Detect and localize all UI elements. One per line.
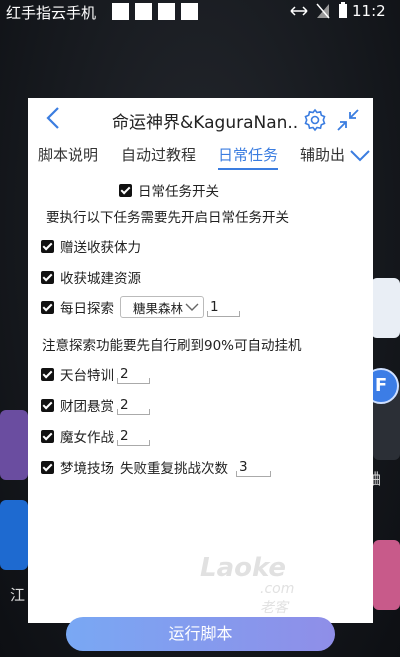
back-arrow-icon[interactable] bbox=[46, 106, 60, 135]
checkbox-checked-icon[interactable] bbox=[41, 300, 54, 314]
rooftop-count-input[interactable]: 2 bbox=[117, 366, 150, 384]
chevron-down-icon bbox=[185, 303, 199, 311]
background-card-left-bottom bbox=[0, 500, 28, 570]
checkbox-label: 梦境技场 bbox=[60, 461, 114, 477]
sync-arrows-icon bbox=[290, 5, 308, 16]
checkbox-checked-icon bbox=[41, 239, 54, 253]
witch-battle-row: 魔女作战 2 bbox=[41, 426, 150, 446]
carrier-label: 红手指云手机 bbox=[6, 4, 97, 22]
tab-assist[interactable]: 辅助出 bbox=[300, 144, 345, 165]
watermark-text: Laoke bbox=[200, 553, 286, 583]
explore-area-select[interactable]: 糖果森林 bbox=[120, 296, 204, 318]
daily-explore-row: 每日探索 糖果森林 1 bbox=[41, 296, 240, 318]
background-app-label-left: 江 bbox=[10, 586, 26, 604]
tab-daily-tasks[interactable]: 日常任务 bbox=[218, 144, 279, 170]
active-tab-underline bbox=[218, 168, 279, 170]
gift-stamina-checkbox[interactable]: 赠送收获体力 bbox=[41, 236, 141, 256]
watermark-logo: Laoke .com老客 bbox=[200, 553, 294, 616]
daily-toggle-checkbox[interactable]: 日常任务开关 bbox=[119, 180, 219, 200]
daily-toggle-note: 要执行以下任务需要先开启日常任务开关 bbox=[46, 210, 289, 226]
checkbox-label: 财团悬赏 bbox=[60, 399, 114, 415]
checkbox-checked-icon bbox=[41, 270, 54, 284]
checkbox-label: 赠送收获体力 bbox=[60, 240, 141, 256]
checkbox-label: 日常任务开关 bbox=[138, 184, 219, 200]
watermark-subtext: .com老客 bbox=[260, 581, 295, 616]
script-panel: 命运神界&KaguraNan... 脚本说明 自动过教程 日常任务 辅助出 日常… bbox=[28, 98, 373, 623]
checkbox-checked-icon[interactable] bbox=[41, 398, 54, 412]
checkbox-checked-icon bbox=[119, 183, 132, 197]
chevron-down-icon[interactable] bbox=[348, 144, 372, 166]
witch-count-input[interactable]: 2 bbox=[117, 428, 150, 446]
checkbox-checked-icon[interactable] bbox=[41, 367, 54, 381]
rooftop-training-row: 天台特训 2 bbox=[41, 364, 150, 384]
status-icons bbox=[290, 2, 348, 19]
tab-label: 日常任务 bbox=[218, 146, 279, 164]
dream-arena-row: 梦境技场 失败重复挑战次数 3 bbox=[41, 457, 271, 477]
select-value: 糖果森林 bbox=[133, 300, 184, 316]
checkbox-label: 天台特训 bbox=[60, 368, 114, 384]
no-signal-icon bbox=[316, 3, 330, 18]
tab-label: 辅助出 bbox=[300, 146, 346, 164]
background-card-right-top bbox=[371, 278, 400, 338]
tab-bar: 脚本说明 自动过教程 日常任务 辅助出 bbox=[28, 142, 373, 172]
run-script-button[interactable]: 运行脚本 bbox=[66, 617, 335, 651]
checkbox-checked-icon[interactable] bbox=[41, 429, 54, 443]
background-card-left bbox=[0, 410, 28, 480]
tab-script-info[interactable]: 脚本说明 bbox=[38, 144, 98, 165]
collect-resources-checkbox[interactable]: 收获城建资源 bbox=[41, 267, 141, 287]
bounty-row: 财团悬赏 2 bbox=[41, 395, 150, 415]
tab-label: 自动过教程 bbox=[121, 146, 197, 164]
retry-label: 失败重复挑战次数 bbox=[120, 461, 228, 477]
gear-icon[interactable] bbox=[303, 108, 327, 132]
checkbox-label: 魔女作战 bbox=[60, 430, 114, 446]
shrink-icon[interactable] bbox=[336, 108, 360, 132]
redacted-blocks bbox=[112, 3, 198, 20]
checkbox-checked-icon[interactable] bbox=[41, 460, 54, 474]
bounty-count-input[interactable]: 2 bbox=[117, 397, 150, 415]
tab-auto-tutorial[interactable]: 自动过教程 bbox=[121, 144, 196, 165]
explore-count-input[interactable]: 1 bbox=[207, 299, 240, 317]
explore-note: 注意探索功能要先自行刷到90%可自动挂机 bbox=[42, 338, 302, 354]
status-bar: 红手指云手机 11:2 bbox=[0, 0, 400, 24]
checkbox-label: 收获城建资源 bbox=[60, 271, 141, 287]
tab-label: 脚本说明 bbox=[38, 146, 99, 164]
retry-count-input[interactable]: 3 bbox=[236, 459, 271, 477]
checkbox-label: 每日探索 bbox=[60, 301, 114, 317]
panel-title: 命运神界&KaguraNan... bbox=[112, 113, 298, 133]
battery-icon bbox=[339, 2, 347, 18]
background-card-right-bottom bbox=[373, 540, 400, 610]
panel-header: 命运神界&KaguraNan... bbox=[28, 98, 373, 142]
clock: 11:2 bbox=[352, 2, 386, 20]
